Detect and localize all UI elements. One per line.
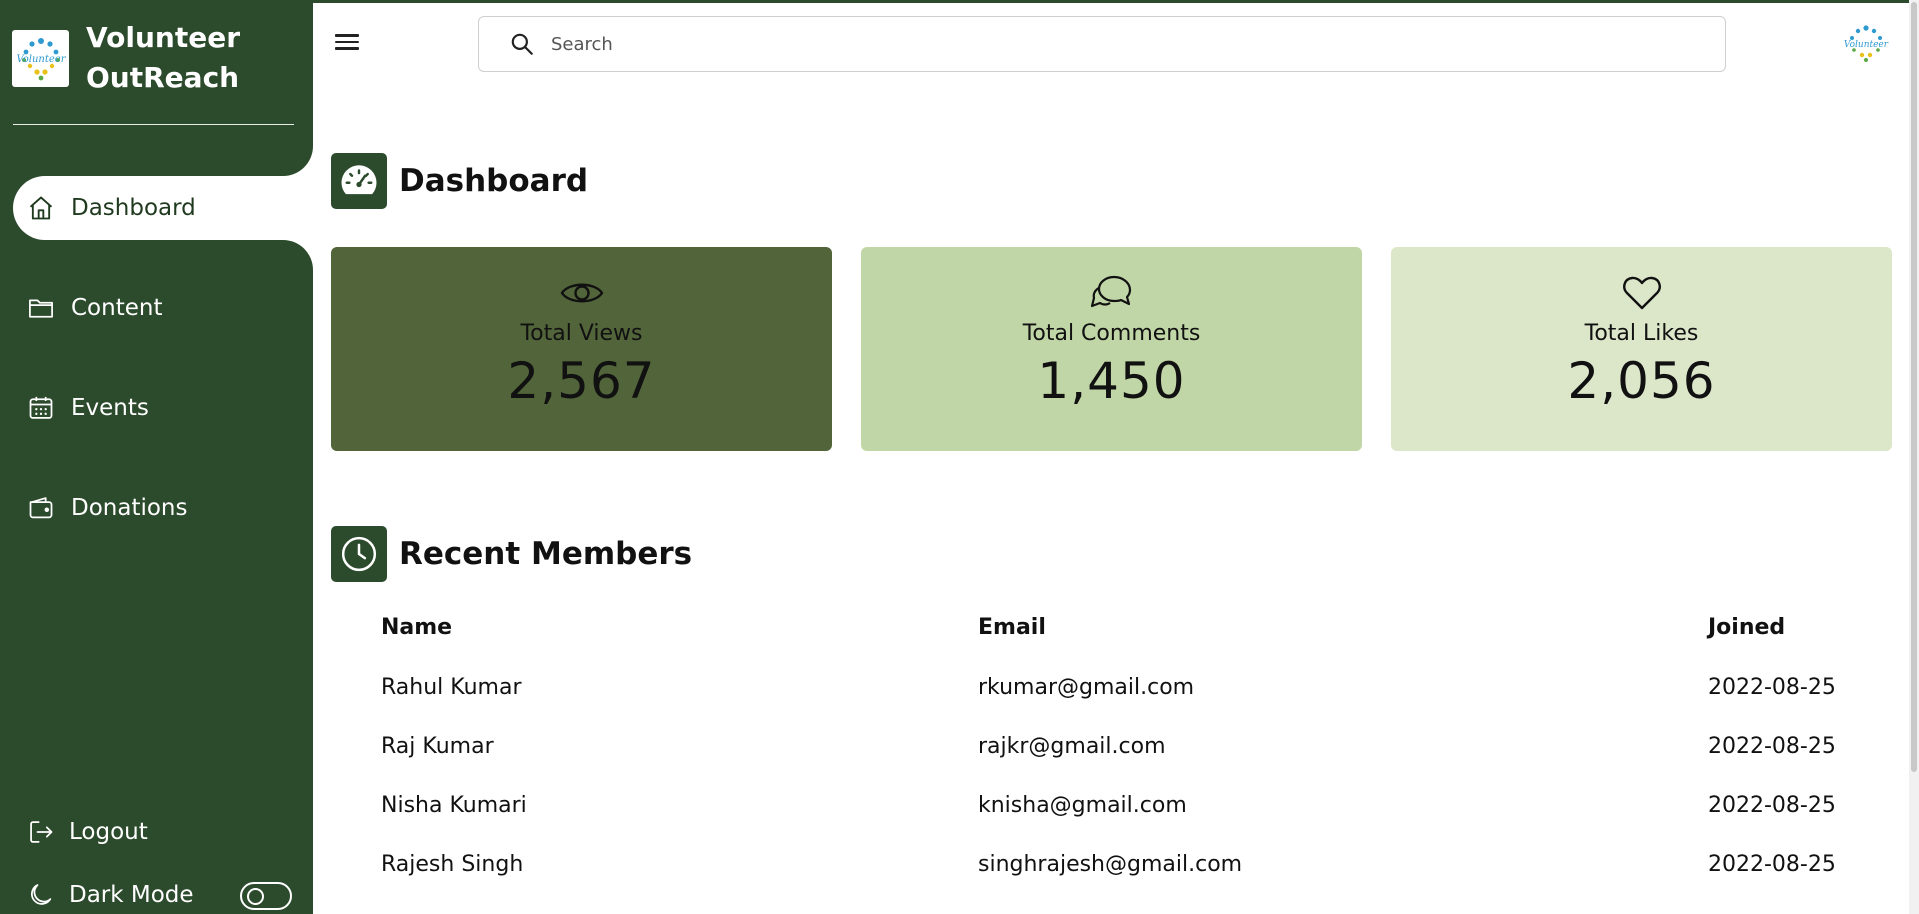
eye-icon <box>560 273 604 313</box>
section-title: Recent Members <box>399 536 693 572</box>
sidebar-item-label: Donations <box>71 495 188 521</box>
member-email: rajkr@gmail.com <box>978 734 1166 759</box>
clock-icon <box>331 526 387 582</box>
member-name: Rajesh Singh <box>381 852 524 877</box>
sidebar-item-donations[interactable]: Donations <box>13 476 313 540</box>
brand-divider <box>13 124 294 125</box>
search-icon <box>509 31 535 57</box>
brand-name: Volunteer OutReach <box>86 21 241 94</box>
logout-button[interactable]: Logout <box>25 816 148 848</box>
page-scrollbar[interactable] <box>1909 0 1919 914</box>
sidebar-item-label: Content <box>71 295 163 321</box>
column-header-joined[interactable]: Joined <box>1708 615 1785 640</box>
table-row[interactable]: Rahul Kumar rkumar@gmail.com 2022-08-25 <box>381 675 1841 734</box>
wallet-icon <box>25 492 57 524</box>
scrollbar-thumb[interactable] <box>1911 2 1917 772</box>
folder-icon <box>25 292 57 324</box>
stat-label: Total Comments <box>1022 321 1201 346</box>
sidebar-item-events[interactable]: Events <box>13 376 313 440</box>
stat-card-views: Total Views 2,567 <box>331 247 832 451</box>
page-title: Dashboard <box>399 163 589 199</box>
dark-mode-row: Dark Mode <box>25 879 194 911</box>
member-email: knisha@gmail.com <box>978 793 1187 818</box>
stat-value: 1,450 <box>1037 352 1186 410</box>
members-table: Name Email Joined Rahul Kumar rkumar@gma… <box>381 615 1841 911</box>
member-joined: 2022-08-25 <box>1708 734 1836 759</box>
member-joined: 2022-08-25 <box>1708 852 1836 877</box>
app-root: Volunteer Volunteer OutReach Dashboard C… <box>0 0 1919 914</box>
svg-text:Volunteer: Volunteer <box>16 54 66 65</box>
table-row[interactable]: Nisha Kumari knisha@gmail.com 2022-08-25 <box>381 793 1841 852</box>
sidebar-item-dashboard[interactable]: Dashboard <box>13 176 313 240</box>
search-input[interactable] <box>551 33 1651 55</box>
active-notch-top <box>283 146 313 176</box>
member-name: Raj Kumar <box>381 734 494 759</box>
column-header-email[interactable]: Email <box>978 615 1046 640</box>
sidebar-item-label: Dashboard <box>71 195 196 221</box>
table-header-row: Name Email Joined <box>381 615 1841 675</box>
stat-value: 2,056 <box>1567 352 1716 410</box>
member-joined: 2022-08-25 <box>1708 675 1836 700</box>
sidebar-item-content[interactable]: Content <box>13 276 313 340</box>
logout-icon <box>25 816 57 848</box>
logout-label: Logout <box>69 819 148 845</box>
svg-text:Volunteer: Volunteer <box>1844 40 1889 50</box>
speedometer-icon <box>331 153 387 209</box>
recent-members-heading: Recent Members <box>331 526 692 582</box>
chat-bubbles-icon <box>1090 273 1134 313</box>
stat-label: Total Likes <box>1584 321 1699 346</box>
stat-label: Total Views <box>520 321 643 346</box>
avatar[interactable]: Volunteer <box>1840 22 1892 66</box>
dashboard-heading: Dashboard <box>331 153 588 209</box>
brand[interactable]: Volunteer Volunteer OutReach <box>12 18 286 98</box>
member-name: Rahul Kumar <box>381 675 522 700</box>
sidebar-item-label: Events <box>71 395 149 421</box>
brand-logo-icon: Volunteer <box>12 30 69 87</box>
home-icon <box>25 192 57 224</box>
stat-value: 2,567 <box>507 352 656 410</box>
member-email: singhrajesh@gmail.com <box>978 852 1243 877</box>
table-row[interactable]: Raj Kumar rajkr@gmail.com 2022-08-25 <box>381 734 1841 793</box>
column-header-name[interactable]: Name <box>381 615 452 640</box>
member-email: rkumar@gmail.com <box>978 675 1195 700</box>
stat-card-likes: Total Likes 2,056 <box>1391 247 1892 451</box>
heart-icon <box>1620 273 1664 313</box>
dark-mode-toggle[interactable] <box>240 882 292 910</box>
hamburger-menu-icon[interactable] <box>332 30 362 58</box>
moon-icon <box>25 879 57 911</box>
dark-mode-label: Dark Mode <box>69 882 194 908</box>
active-notch-bottom <box>283 240 313 270</box>
member-name: Nisha Kumari <box>381 793 527 818</box>
sidebar: Volunteer Volunteer OutReach Dashboard C… <box>0 0 313 914</box>
member-joined: 2022-08-25 <box>1708 793 1836 818</box>
toggle-knob <box>247 888 264 905</box>
table-row[interactable]: Rajesh Singh singhrajesh@gmail.com 2022-… <box>381 852 1841 911</box>
stat-card-comments: Total Comments 1,450 <box>861 247 1362 451</box>
calendar-icon <box>25 392 57 424</box>
search-bar <box>478 16 1726 72</box>
